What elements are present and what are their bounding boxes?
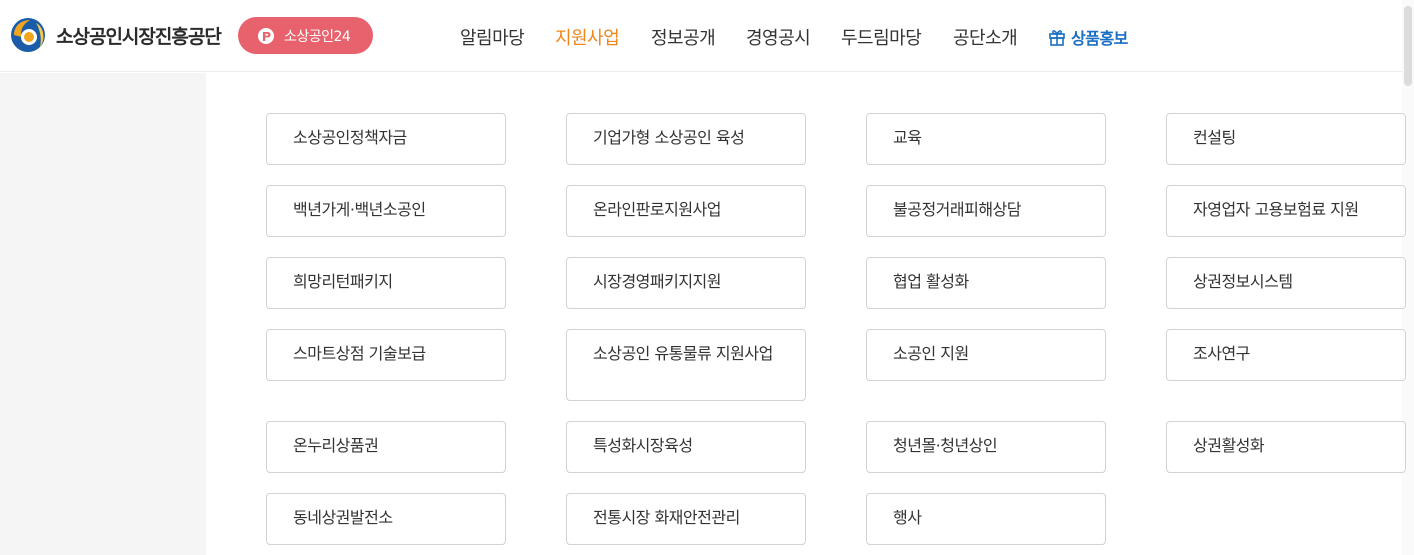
menu-item-commercial-info[interactable]: 상권정보시스템: [1166, 257, 1406, 309]
menu-item-events[interactable]: 행사: [866, 493, 1106, 545]
menu-item-youth-mall[interactable]: 청년몰·청년상인: [866, 421, 1106, 473]
menu-item-research[interactable]: 조사연구: [1166, 329, 1406, 381]
menu-item-commercial-activation[interactable]: 상권활성화: [1166, 421, 1406, 473]
menu-item-employment-insurance[interactable]: 자영업자 고용보험료 지원: [1166, 185, 1406, 237]
menu-item-onnuri-voucher[interactable]: 온누리상품권: [266, 421, 506, 473]
menu-item-hope-return[interactable]: 희망리턴패키지: [266, 257, 506, 309]
menu-item-fire-safety[interactable]: 전통시장 화재안전관리: [566, 493, 806, 545]
site-logo[interactable]: 소상공인시장진흥공단: [8, 17, 222, 53]
menu-item-specialized-market[interactable]: 특성화시장육성: [566, 421, 806, 473]
scrollbar-thumb[interactable]: [1404, 6, 1412, 86]
logo-text: 소상공인시장진흥공단: [56, 25, 222, 48]
foundation-logo-icon: [11, 18, 45, 52]
pill-label: 소상공인24: [284, 28, 351, 45]
menu-item-logistics[interactable]: 소상공인 유통물류 지원사업: [566, 329, 806, 401]
nav-dodream[interactable]: 두드림마당: [841, 24, 922, 50]
gift-icon: [1049, 30, 1065, 46]
menu-item-centennial-store[interactable]: 백년가게·백년소공인: [266, 185, 506, 237]
menu-item-consulting[interactable]: 컨설팅: [1166, 113, 1406, 165]
nav-support-business[interactable]: 지원사업: [555, 24, 620, 50]
nav-info-disclosure[interactable]: 정보공개: [651, 24, 716, 50]
nav-product-promo[interactable]: 상품홍보: [1048, 25, 1128, 49]
nav-management-disclosure[interactable]: 경영공시: [746, 24, 811, 50]
menu-item-cooperation[interactable]: 협업 활성화: [866, 257, 1106, 309]
site-header: 소상공인시장진흥공단 소상공인24 알림마당 지원사업 정보공개 경영공시 두드…: [0, 0, 1414, 72]
p-badge-icon: [258, 27, 274, 44]
menu-item-smart-store[interactable]: 스마트상점 기술보급: [266, 329, 506, 381]
menu-item-entrepreneur[interactable]: 기업가형 소상공인 육성: [566, 113, 806, 165]
menu-item-unfair-trade[interactable]: 불공정거래피해상담: [866, 185, 1106, 237]
nav-notice[interactable]: 알림마당: [460, 24, 525, 50]
nav-about[interactable]: 공단소개: [953, 24, 1018, 50]
sosanggongin24-button[interactable]: 소상공인24: [238, 17, 373, 54]
left-sidebar-panel: [0, 73, 206, 555]
menu-item-small-manufacturer[interactable]: 소공인 지원: [866, 329, 1106, 381]
menu-item-education[interactable]: 교육: [866, 113, 1106, 165]
promo-label: 상품홍보: [1071, 29, 1128, 48]
menu-item-policy-fund[interactable]: 소상공인정책자금: [266, 113, 506, 165]
menu-item-market-package[interactable]: 시장경영패키지지원: [566, 257, 806, 309]
menu-item-online-sales[interactable]: 온라인판로지원사업: [566, 185, 806, 237]
menu-item-neighborhood-power[interactable]: 동네상권발전소: [266, 493, 506, 545]
